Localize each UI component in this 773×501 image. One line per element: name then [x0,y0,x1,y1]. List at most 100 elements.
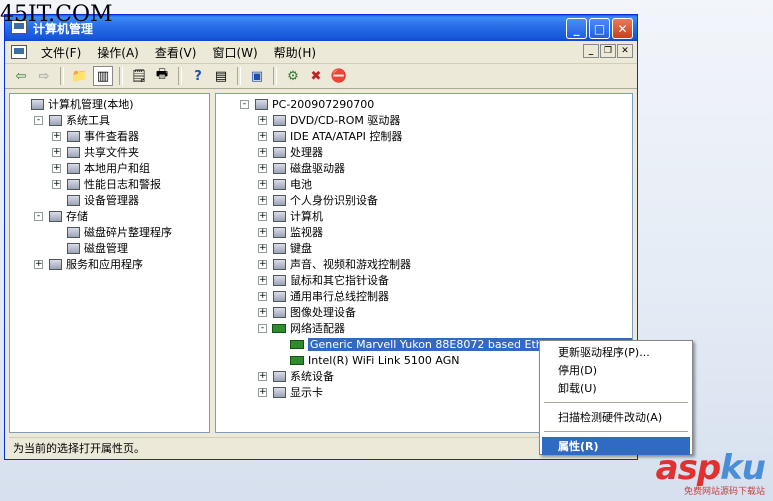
right-tree-item[interactable]: + 计算机 [258,208,323,224]
battery-icon [271,177,287,191]
expand-icon[interactable]: + [258,275,267,285]
disk-management-icon-shape [66,242,80,254]
left-tree-item[interactable]: + 性能日志和警报 [52,176,161,192]
collapse-icon[interactable]: - [34,211,43,221]
uninstall-icon[interactable]: ✖ [306,66,326,86]
left-tree-item[interactable]: + 事件查看器 [52,128,139,144]
menu-action[interactable]: 操作(A) [89,44,147,61]
left-tree-item[interactable]: 磁盘管理 [52,240,128,256]
expand-icon[interactable]: + [52,179,61,189]
right-tree-item[interactable]: - PC-200907290700 [240,96,374,112]
ctx-separator [544,431,688,432]
console-tree-pane[interactable]: 计算机管理(本地) - 系统工具 + 事件查看器 + 共享文件夹 + 本地用户和组 + 性能日志和警… [9,93,210,433]
performance-logs-icon [65,177,81,191]
update-driver-icon[interactable]: ⚙ [283,66,303,86]
expand-icon[interactable]: + [52,147,61,157]
expand-icon[interactable]: + [258,195,267,205]
right-tree-item[interactable]: + 电池 [258,176,312,192]
right-tree-item[interactable]: + DVD/CD-ROM 驱动器 [258,112,400,128]
child-close-button[interactable]: ✕ [617,44,633,58]
expand-icon[interactable]: + [258,163,267,173]
left-tree-label: 本地用户和组 [84,162,150,175]
expand-icon[interactable]: + [258,259,267,269]
computer-icon-shape [254,98,268,110]
left-tree-item[interactable]: - 系统工具 [34,112,110,128]
expand-icon[interactable]: + [258,307,267,317]
ctx-uninstall[interactable]: 卸载(U) [542,379,690,397]
right-tree-label: 处理器 [290,146,323,159]
scan-hardware-icon[interactable]: ▣ [247,66,267,86]
menu-view[interactable]: 查看(V) [147,44,205,61]
keyboard-icon-shape [272,242,286,254]
expand-icon[interactable]: + [258,211,267,221]
show-hide-tree-icon[interactable]: ▥ [93,66,113,86]
right-tree-item[interactable]: - 网络适配器 [258,320,345,336]
right-tree-item[interactable]: + 键盘 [258,240,312,256]
right-tree-item[interactable]: + 磁盘驱动器 [258,160,345,176]
expand-icon[interactable]: + [52,131,61,141]
help-icon[interactable]: ? [188,66,208,86]
ctx-scan-hardware[interactable]: 扫描检测硬件改动(A) [542,408,690,426]
ctx-properties[interactable]: 属性(R) [542,437,690,455]
collapse-icon[interactable]: - [240,99,249,109]
left-tree-item[interactable]: 设备管理器 [52,192,139,208]
back-icon[interactable]: ⇦ [11,66,31,86]
ide-controller-icon-shape [272,130,286,142]
expand-icon[interactable]: + [258,179,267,189]
expand-icon[interactable]: + [258,243,267,253]
left-tree-item[interactable]: + 本地用户和组 [52,160,150,176]
left-tree-item[interactable]: + 服务和应用程序 [34,256,143,272]
collapse-icon[interactable]: - [34,115,43,125]
help-topics-icon[interactable]: ▤ [211,66,231,86]
expand-icon[interactable]: + [34,259,43,269]
right-tree-item[interactable]: Intel(R) WiFi Link 5100 AGN [276,352,459,368]
print-icon[interactable]: 🖶 [152,66,172,86]
up-folder-icon[interactable]: 📁 [70,66,90,86]
expand-icon[interactable]: + [258,227,267,237]
right-tree-item[interactable]: + 声音、视频和游戏控制器 [258,256,411,272]
child-restore-button[interactable]: ❐ [600,44,616,58]
right-tree-item[interactable]: + 通用串行总线控制器 [258,288,389,304]
right-tree-item[interactable]: + 图像处理设备 [258,304,356,320]
document-icon[interactable] [11,45,27,59]
left-tree-label: 事件查看器 [84,130,139,143]
right-tree-item[interactable]: + 显示卡 [258,384,323,400]
left-tree-item[interactable]: - 存储 [34,208,88,224]
expand-icon[interactable]: + [258,115,267,125]
shared-folders-icon-shape [66,146,80,158]
storage-icon [47,209,63,223]
left-tree-item[interactable]: 计算机管理(本地) [16,96,134,112]
disable-icon[interactable]: ⛔ [329,66,349,86]
expand-icon[interactable]: + [258,371,267,381]
left-tree-item[interactable]: 磁盘碎片整理程序 [52,224,172,240]
menu-help[interactable]: 帮助(H) [266,44,324,61]
right-tree-item[interactable]: + 系统设备 [258,368,334,384]
ctx-disable[interactable]: 停用(D) [542,361,690,379]
left-tree-item[interactable]: + 共享文件夹 [52,144,139,160]
minimize-button[interactable]: _ [566,18,587,39]
expand-icon[interactable]: + [258,387,267,397]
expand-icon[interactable]: + [258,291,267,301]
computer-icon [253,97,269,111]
close-button[interactable]: ✕ [612,18,633,39]
collapse-icon[interactable]: - [258,323,267,333]
right-tree-item[interactable]: + IDE ATA/ATAPI 控制器 [258,128,402,144]
maximize-button[interactable]: □ [589,18,610,39]
expand-icon[interactable]: + [258,131,267,141]
network-adapter-icon-shape [272,323,286,333]
ctx-update-driver[interactable]: 更新驱动程序(P)... [542,343,690,361]
menu-file[interactable]: 文件(F) [33,44,89,61]
right-tree-item[interactable]: + 个人身份识别设备 [258,192,378,208]
display-adapter-icon-shape [272,386,286,398]
right-tree-item[interactable]: + 处理器 [258,144,323,160]
child-minimize-button[interactable]: _ [583,44,599,58]
right-tree-item[interactable]: + 鼠标和其它指针设备 [258,272,389,288]
expand-icon[interactable]: + [258,147,267,157]
toolbar-separator [273,67,277,85]
properties-icon[interactable]: 🗒 [129,66,149,86]
expand-icon[interactable]: + [52,163,61,173]
forward-icon[interactable]: ⇨ [34,66,54,86]
right-tree-item[interactable]: + 监视器 [258,224,323,240]
mouse-icon [271,273,287,287]
menu-window[interactable]: 窗口(W) [204,44,265,61]
